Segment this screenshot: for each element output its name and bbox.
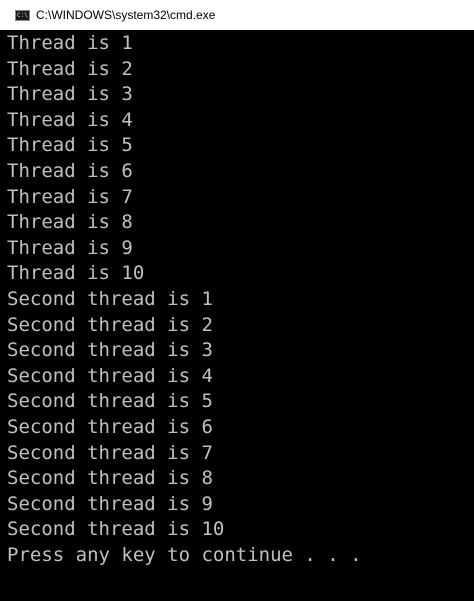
console-line: Second thread is 8 xyxy=(7,467,213,490)
window-title: C:\WINDOWS\system32\cmd.exe xyxy=(36,8,216,22)
console-line: Second thread is 5 xyxy=(7,390,213,413)
console-line: Second thread is 1 xyxy=(7,287,213,310)
cmd-window: C:\ C:\WINDOWS\system32\cmd.exe Thread i… xyxy=(0,0,474,601)
console-line: Thread is 1 xyxy=(7,32,133,54)
console-line: Second thread is 6 xyxy=(7,415,213,438)
console-line: Second thread is 2 xyxy=(7,313,213,336)
console-line: Thread is 10 xyxy=(7,262,145,285)
console-prompt-line: Press any key to continue . . . xyxy=(7,543,362,566)
console-output[interactable]: Thread is 1 Thread is 2 Thread is 3 Thre… xyxy=(7,31,469,596)
console-line: Thread is 2 xyxy=(7,57,133,80)
console-line: Second thread is 3 xyxy=(7,339,213,362)
console-line: Thread is 6 xyxy=(7,159,133,182)
title-bar[interactable]: C:\ C:\WINDOWS\system32\cmd.exe xyxy=(0,0,474,30)
console-line: Thread is 3 xyxy=(7,83,133,106)
console-line: Second thread is 9 xyxy=(7,492,213,515)
console-line: Thread is 9 xyxy=(7,236,133,259)
console-line: Thread is 5 xyxy=(7,134,133,157)
cmd-console-icon[interactable]: C:\ xyxy=(15,10,30,21)
console-line: Second thread is 10 xyxy=(7,518,225,541)
console-line: Second thread is 7 xyxy=(7,441,213,464)
console-line: Thread is 8 xyxy=(7,211,133,234)
console-line: Thread is 4 xyxy=(7,108,133,131)
console-line: Thread is 7 xyxy=(7,185,133,208)
console-line: Second thread is 4 xyxy=(7,364,213,387)
